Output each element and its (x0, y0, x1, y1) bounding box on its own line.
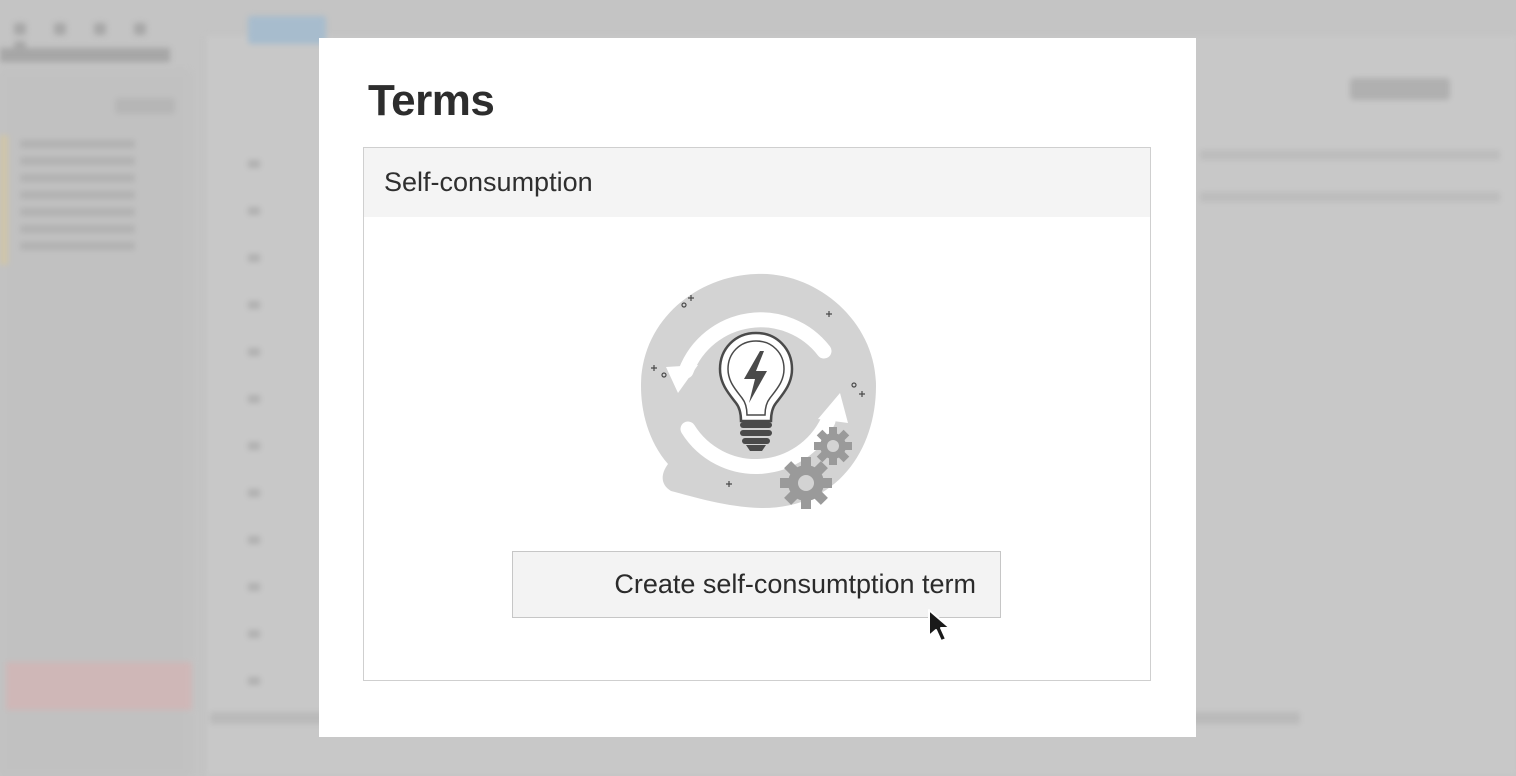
terms-modal: Terms Self-consumption Create self-consu… (319, 38, 1196, 737)
background-alert (6, 662, 192, 710)
panel-header: Self-consumption (364, 148, 1150, 217)
modal-title: Terms (368, 76, 495, 125)
background-tab (248, 16, 326, 44)
self-consumption-panel: Self-consumption Create self-consumtptio… (363, 147, 1151, 681)
lightbulb-cycle-gears-icon (641, 273, 876, 509)
mouse-pointer-icon (928, 609, 951, 642)
